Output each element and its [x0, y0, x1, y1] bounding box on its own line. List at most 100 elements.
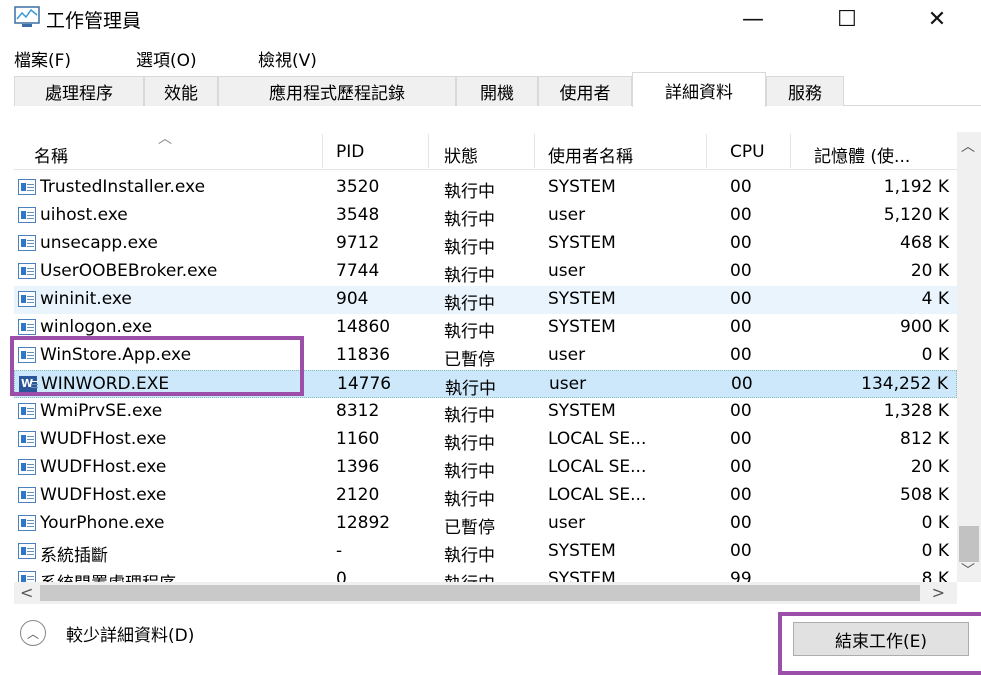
- menu-file[interactable]: 檔案(F): [14, 46, 71, 71]
- table-row[interactable]: 系統插斷 - 執行中 SYSTEM 00 0 K: [14, 538, 957, 566]
- tab-performance[interactable]: 效能: [144, 76, 218, 106]
- table-row[interactable]: uihost.exe 3548 執行中 user 00 5,120 K: [14, 202, 957, 230]
- scroll-right-icon[interactable]: >: [932, 583, 945, 602]
- fewer-details-link[interactable]: ︿ 較少詳細資料(D): [20, 620, 194, 646]
- process-memory: 900 K: [900, 317, 949, 337]
- table-row[interactable]: WUDFHost.exe 1396 執行中 LOCAL SE... 00 20 K: [14, 454, 957, 482]
- process-user: SYSTEM: [548, 569, 616, 582]
- tab-services[interactable]: 服務: [766, 76, 844, 106]
- menu-options[interactable]: 選項(O): [136, 46, 197, 71]
- tab-processes[interactable]: 處理程序: [14, 76, 144, 106]
- process-memory: 468 K: [900, 233, 949, 253]
- process-memory: 20 K: [910, 261, 949, 281]
- process-table: ︿ 名稱 PID 狀態 使用者名稱 CPU 記憶體 (使... TrustedI…: [14, 120, 957, 582]
- table-row[interactable]: WINWORD.EXE 14776 執行中 user 00 134,252 K: [14, 370, 957, 399]
- vertical-scroll-thumb[interactable]: [959, 526, 979, 562]
- scroll-down-icon[interactable]: ﹀: [961, 560, 975, 580]
- app-icon: [18, 403, 36, 419]
- app-icon: [18, 431, 36, 447]
- process-user: SYSTEM: [548, 317, 616, 337]
- column-header-user[interactable]: 使用者名稱: [548, 142, 633, 167]
- process-pid: 14860: [336, 317, 391, 337]
- table-row[interactable]: WinStore.App.exe 11836 已暫停 user 00 0 K: [14, 342, 957, 370]
- process-memory: 20 K: [910, 457, 949, 477]
- minimize-button[interactable]: —: [718, 0, 788, 38]
- tab-users[interactable]: 使用者: [538, 76, 632, 106]
- vertical-scrollbar[interactable]: ︿ ﹀: [957, 132, 981, 582]
- app-icon: [18, 319, 36, 335]
- process-memory: 0 K: [921, 513, 949, 533]
- menu-view[interactable]: 檢視(V): [258, 46, 317, 71]
- table-row[interactable]: TrustedInstaller.exe 3520 執行中 SYSTEM 00 1,192…: [14, 174, 957, 202]
- process-cpu: 00: [730, 289, 752, 309]
- app-icon: [18, 235, 36, 251]
- horizontal-scroll-thumb[interactable]: [40, 585, 920, 601]
- process-pid: 3548: [336, 205, 380, 225]
- table-row[interactable]: WUDFHost.exe 1160 執行中 LOCAL SE... 00 812 K: [14, 426, 957, 454]
- process-user: SYSTEM: [548, 233, 616, 253]
- process-memory: 1,192 K: [883, 177, 949, 197]
- table-row[interactable]: WmiPrvSE.exe 8312 執行中 SYSTEM 00 1,328 K: [14, 398, 957, 426]
- column-header-memory[interactable]: 記憶體 (使...: [814, 142, 910, 167]
- scroll-left-icon[interactable]: <: [20, 583, 33, 602]
- process-pid: 8312: [336, 401, 380, 421]
- tab-startup[interactable]: 開機: [456, 76, 538, 106]
- horizontal-scrollbar[interactable]: < >: [14, 582, 957, 604]
- app-icon: [18, 543, 36, 559]
- table-row[interactable]: unsecapp.exe 9712 執行中 SYSTEM 00 468 K: [14, 230, 957, 258]
- process-name: 系統插斷: [40, 546, 108, 566]
- column-header-name[interactable]: 名稱: [34, 142, 68, 167]
- task-manager-icon: [14, 6, 40, 27]
- process-status: 執行中: [445, 379, 496, 399]
- app-icon: [18, 515, 36, 531]
- word-icon: [19, 376, 38, 392]
- process-status: 執行中: [444, 182, 495, 202]
- process-status: 執行中: [444, 322, 495, 342]
- process-user: user: [548, 345, 586, 365]
- process-status: 執行中: [444, 406, 495, 426]
- maximize-button[interactable]: ☐: [812, 0, 882, 38]
- process-status: 執行中: [444, 266, 495, 286]
- process-name: WINWORD.EXE: [41, 374, 170, 394]
- process-cpu: 99: [730, 569, 752, 582]
- process-cpu: 00: [730, 177, 752, 197]
- menu-bar: 檔案(F) 選項(O) 檢視(V): [0, 40, 981, 71]
- process-user: LOCAL SE...: [548, 429, 647, 449]
- process-user: SYSTEM: [548, 401, 616, 421]
- process-cpu: 00: [730, 205, 752, 225]
- tab-app-history[interactable]: 應用程式歷程記錄: [218, 76, 456, 106]
- table-row[interactable]: 系統閒置處理程序 0 執行中 SYSTEM 99 8 K: [14, 566, 957, 582]
- end-task-button[interactable]: 結束工作(E): [793, 622, 969, 656]
- process-user: SYSTEM: [548, 289, 616, 309]
- process-user: user: [548, 205, 586, 225]
- process-status: 執行中: [444, 462, 495, 482]
- app-icon: [18, 459, 36, 475]
- process-status: 執行中: [444, 210, 495, 230]
- process-memory: 508 K: [900, 485, 949, 505]
- tab-details[interactable]: 詳細資料: [632, 72, 766, 107]
- table-row[interactable]: UserOOBEBroker.exe 7744 執行中 user 00 20 K: [14, 258, 957, 286]
- process-user: LOCAL SE...: [548, 485, 647, 505]
- table-row[interactable]: winlogon.exe 14860 執行中 SYSTEM 00 900 K: [14, 314, 957, 342]
- close-button[interactable]: ✕: [902, 0, 972, 38]
- process-user: LOCAL SE...: [548, 457, 647, 477]
- app-icon: [18, 263, 36, 279]
- table-row[interactable]: YourPhone.exe 12892 已暫停 user 00 0 K: [14, 510, 957, 538]
- column-header-status[interactable]: 狀態: [444, 142, 478, 167]
- column-header-cpu[interactable]: CPU: [730, 142, 765, 162]
- app-icon: [18, 571, 36, 582]
- process-name: uihost.exe: [40, 205, 128, 225]
- process-name: TrustedInstaller.exe: [40, 177, 206, 197]
- table-row[interactable]: wininit.exe 904 執行中 SYSTEM 00 4 K: [14, 286, 957, 314]
- table-row[interactable]: WUDFHost.exe 2120 執行中 LOCAL SE... 00 508 K: [14, 482, 957, 510]
- process-name: WmiPrvSE.exe: [40, 401, 163, 421]
- column-header-pid[interactable]: PID: [336, 142, 364, 162]
- fewer-details-label: 較少詳細資料(D): [66, 625, 195, 646]
- process-memory: 0 K: [921, 541, 949, 561]
- app-icon: [18, 291, 36, 307]
- process-user: SYSTEM: [548, 177, 616, 197]
- process-memory: 1,328 K: [883, 401, 949, 421]
- scroll-up-icon[interactable]: ︿: [961, 136, 975, 156]
- title-bar: 工作管理員 — ☐ ✕: [0, 0, 981, 40]
- process-cpu: 00: [731, 374, 753, 394]
